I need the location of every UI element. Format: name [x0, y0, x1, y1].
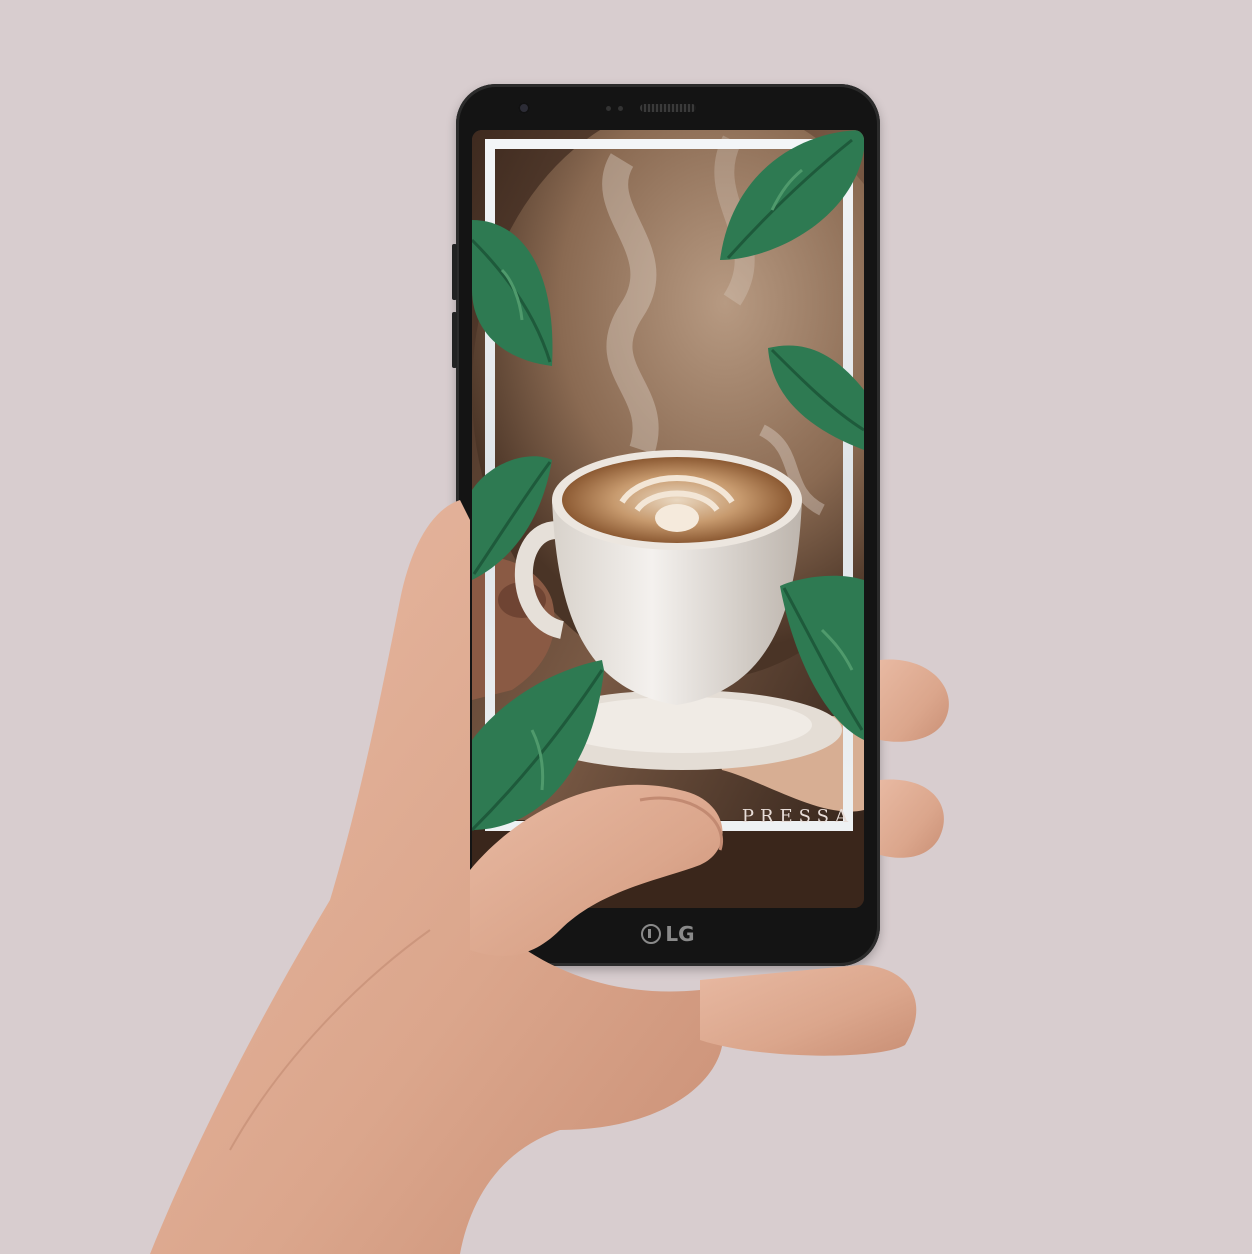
hand	[150, 500, 949, 1254]
scene: PRESSA LG	[0, 0, 1252, 1254]
